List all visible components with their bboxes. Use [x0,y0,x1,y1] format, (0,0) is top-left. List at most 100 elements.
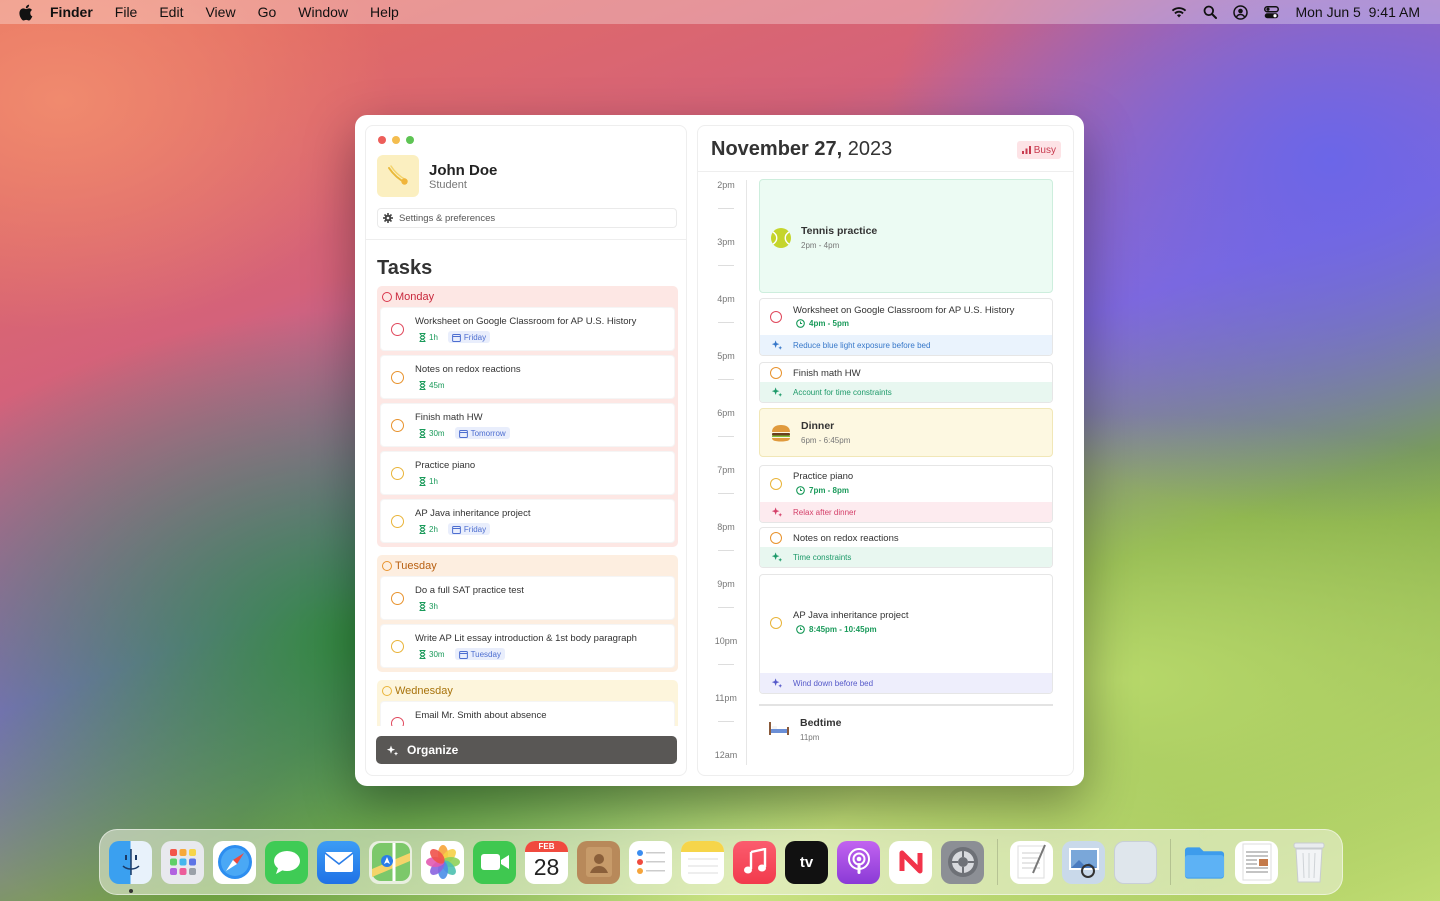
hour-label: 3pm [717,237,735,247]
facetime-icon[interactable] [473,840,516,884]
menu-help[interactable]: Help [370,4,399,20]
task-checkbox[interactable] [391,323,404,336]
blank-window-icon[interactable] [1114,840,1157,884]
day-header-wednesday[interactable]: Wednesday [380,683,675,701]
dock: FEB 28 tv [99,829,1343,895]
event-practice-piano[interactable]: Practice piano 7pm - 8pm Relax after din… [759,465,1053,523]
calendar-app-icon[interactable]: FEB 28 [525,840,568,884]
messages-icon[interactable] [265,840,308,884]
event-bedtime[interactable]: Bedtime 11pm [759,704,1053,744]
organize-button[interactable]: Organize [376,736,677,764]
document-icon[interactable] [1235,840,1278,884]
half-hour-tick [718,721,734,722]
event-worksheet[interactable]: Worksheet on Google Classroom for AP U.S… [759,298,1053,356]
event-tennis-practice[interactable]: Tennis practice 2pm - 4pm [759,179,1053,293]
text-document-icon [1242,843,1271,881]
finder-icon[interactable] [109,840,152,893]
folder-icon[interactable] [1183,841,1226,884]
control-center-icon[interactable] [1264,5,1280,19]
task-checkbox[interactable] [770,311,782,323]
task-item[interactable]: Finish math HW 30m Tomorrow [380,403,675,447]
duration-chip: 45m [415,379,449,391]
event-java-project[interactable]: AP Java inheritance project 8:45pm - 10:… [759,574,1053,694]
close-window-button[interactable] [378,136,386,144]
textedit-icon[interactable] [1010,840,1053,884]
task-checkbox[interactable] [391,467,404,480]
settings-label: Settings & preferences [399,212,496,224]
menu-edit[interactable]: Edit [159,4,183,20]
settings-button[interactable]: Settings & preferences [377,208,677,228]
task-item[interactable]: Write AP Lit essay introduction & 1st bo… [380,624,675,668]
task-checkbox[interactable] [391,640,404,653]
clock-icon [796,625,805,634]
task-checkbox[interactable] [391,717,404,726]
task-item[interactable]: Notes on redox reactions 45m [380,355,675,399]
system-settings-icon[interactable] [941,840,984,884]
event-title: AP Java inheritance project [793,610,909,621]
menu-file[interactable]: File [115,4,138,20]
hourglass-icon [419,524,426,534]
photos-icon[interactable] [421,840,464,884]
task-checkbox[interactable] [770,478,782,490]
calendar-icon [452,525,461,534]
hourglass-icon [419,428,426,438]
launchpad-icon[interactable] [161,840,204,884]
task-item[interactable]: Email Mr. Smith about absence [380,701,675,726]
wifi-icon[interactable] [1171,6,1187,18]
user-icon[interactable] [1233,4,1249,20]
preview-icon[interactable] [1062,840,1105,884]
date-month-day: November 27, [711,138,843,160]
event-notes-redox[interactable]: Notes on redox reactions Time constraint… [759,527,1053,568]
task-checkbox[interactable] [770,367,782,379]
task-checkbox[interactable] [391,419,404,432]
day-label: Wednesday [395,685,453,697]
task-checkbox[interactable] [391,515,404,528]
tennis-ball-icon [771,228,791,248]
window-controls [378,136,414,144]
contacts-icon[interactable] [577,840,620,884]
task-checkbox[interactable] [770,532,782,544]
reminders-icon[interactable] [629,840,672,884]
maps-icon[interactable] [369,840,412,884]
menu-window[interactable]: Window [298,4,348,20]
due-chip: Tomorrow [454,427,510,439]
menu-go[interactable]: Go [258,4,277,20]
zoom-window-button[interactable] [406,136,414,144]
hour-label: 2pm [717,180,735,190]
bed-icon [769,722,789,735]
timeline[interactable]: 2pm 3pm 4pm 5pm 6pm 7pm 8pm 9pm 10pm 11p… [698,172,1073,775]
safari-icon[interactable] [213,840,256,884]
news-icon[interactable] [889,840,932,884]
avatar[interactable] [377,155,419,197]
task-list[interactable]: Monday Worksheet on Google Classroom for… [377,286,678,726]
task-checkbox[interactable] [391,371,404,384]
task-checkbox[interactable] [391,592,404,605]
trash-icon[interactable] [1287,841,1330,884]
minimize-window-button[interactable] [392,136,400,144]
podcasts-icon[interactable] [837,840,880,884]
status-badge[interactable]: Busy [1016,141,1061,159]
search-icon[interactable] [1203,5,1218,19]
day-header-tuesday[interactable]: Tuesday [380,558,675,576]
apple-menu-icon[interactable] [18,4,34,20]
mail-icon[interactable] [317,840,360,884]
event-dinner[interactable]: Dinner 6pm - 6:45pm [759,408,1053,457]
notes-icon[interactable] [681,840,724,884]
menu-view[interactable]: View [205,4,235,20]
running-indicator [128,888,133,893]
clock-icon [796,319,805,328]
hourglass-icon [419,332,426,342]
task-item[interactable]: AP Java inheritance project 2h Friday [380,499,675,543]
apple-tv-icon[interactable]: tv [785,840,828,884]
task-item[interactable]: Do a full SAT practice test 3h [380,576,675,620]
day-header-monday[interactable]: Monday [380,289,675,307]
task-item[interactable]: Worksheet on Google Classroom for AP U.S… [380,307,675,351]
task-checkbox[interactable] [770,617,782,629]
duration-chip: 1h [415,331,442,343]
menu-clock[interactable]: Mon Jun 5 9:41 AM [1295,4,1420,20]
task-item[interactable]: Practice piano 1h [380,451,675,495]
user-name: John Doe [429,162,498,179]
menu-app-name[interactable]: Finder [50,4,93,20]
music-icon[interactable] [733,840,776,884]
event-finish-math-hw[interactable]: Finish math HW Account for time constrai… [759,362,1053,403]
